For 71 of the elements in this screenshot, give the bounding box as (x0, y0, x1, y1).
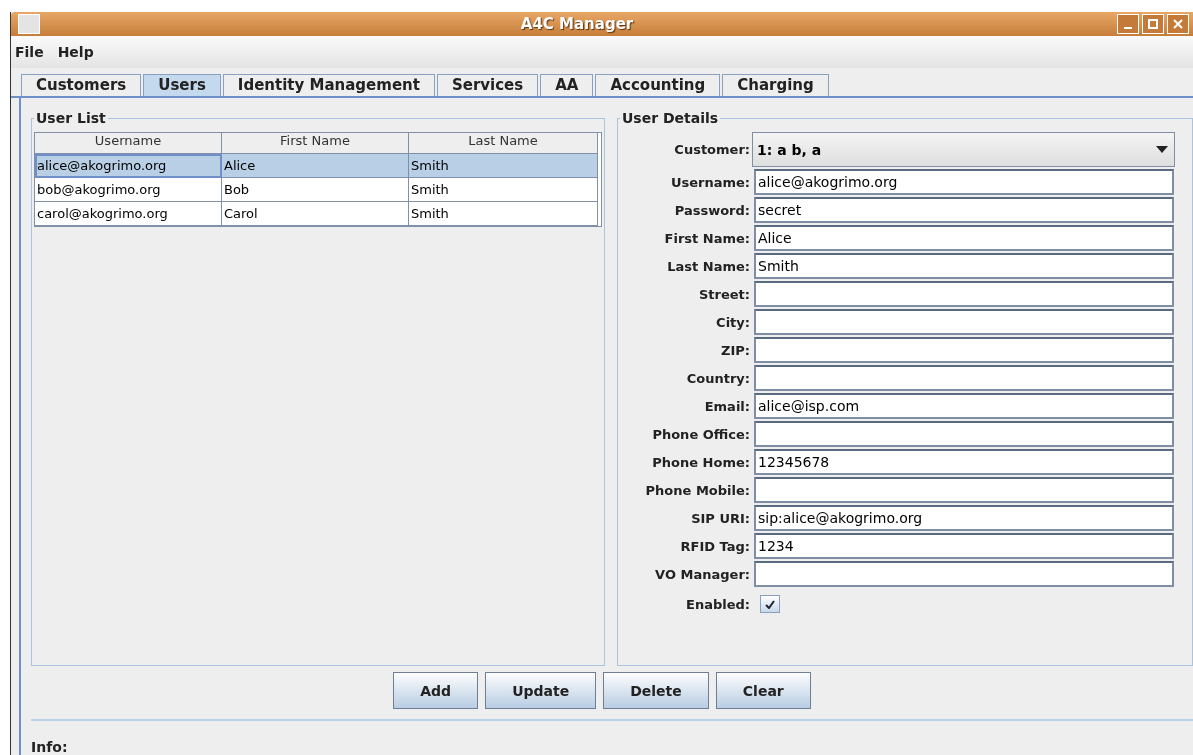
field-label: Phone Mobile: (644, 482, 750, 498)
table-cell[interactable]: Smith (409, 178, 598, 202)
field-label: Customer: (673, 142, 750, 157)
input-field[interactable]: Smith (754, 253, 1174, 279)
field-label: Street: (697, 286, 750, 302)
close-button[interactable] (1167, 13, 1189, 34)
field-label: City: (715, 314, 750, 330)
field-label: First Name: (663, 230, 750, 246)
table-cell[interactable]: Carol (222, 202, 409, 226)
input-field[interactable] (754, 365, 1174, 391)
action-button[interactable]: Delete (603, 672, 709, 709)
field-label: Phone Office: (651, 426, 750, 442)
field-label: Country: (685, 370, 750, 386)
action-button[interactable]: Add (393, 672, 479, 709)
field-label: Password: (673, 202, 750, 218)
status-label: Info: (31, 739, 68, 755)
input-field[interactable]: secret (754, 197, 1174, 223)
checkmark-icon (764, 599, 776, 609)
field-label: VO Manager: (654, 566, 750, 582)
field-label: Username: (669, 174, 750, 190)
table-cell[interactable]: bob@akogrimo.org (35, 178, 222, 202)
tab[interactable]: Users (143, 73, 221, 96)
table-cell[interactable]: Alice (222, 154, 409, 178)
window-title: A4C Manager (519, 14, 635, 33)
input-field[interactable]: sip:alice@akogrimo.org (754, 505, 1174, 531)
table-cell[interactable]: alice@akogrimo.org (35, 154, 222, 178)
input-field[interactable] (754, 281, 1174, 307)
tab[interactable]: Identity Management (222, 73, 435, 96)
tab[interactable]: Accounting (595, 73, 721, 96)
field-label: ZIP: (720, 342, 750, 358)
panel-title: User Details (621, 110, 720, 126)
input-field[interactable]: alice@akogrimo.org (754, 169, 1174, 195)
input-field[interactable]: 12345678 (754, 449, 1174, 475)
tab[interactable]: Charging (722, 73, 829, 96)
tab[interactable]: Services (436, 73, 539, 96)
input-field[interactable]: alice@isp.com (754, 393, 1174, 419)
field-label: Enabled: (685, 596, 750, 612)
table-cell[interactable]: Smith (409, 154, 598, 178)
tab[interactable]: AA (540, 73, 594, 96)
field-label: Email: (703, 398, 750, 414)
action-button[interactable]: Update (485, 672, 597, 709)
column-header[interactable]: First Name (222, 133, 409, 154)
minimize-icon (1124, 26, 1132, 29)
input-field[interactable]: 1234 (754, 533, 1174, 559)
field-label: RFID Tag: (679, 538, 750, 554)
table-cell[interactable]: Bob (222, 178, 409, 202)
input-field[interactable] (754, 421, 1174, 447)
tab[interactable]: Customers (21, 73, 142, 96)
input-field[interactable] (754, 477, 1174, 503)
table-cell[interactable]: carol@akogrimo.org (35, 202, 222, 226)
customer-dropdown[interactable]: 1: a b, a (752, 132, 1175, 167)
field-label: Last Name: (666, 258, 750, 274)
input-field[interactable] (754, 309, 1174, 335)
input-field[interactable] (754, 561, 1174, 587)
action-button[interactable]: Clear (715, 672, 811, 709)
maximize-icon (1148, 18, 1158, 29)
field-label: Phone Home: (651, 454, 750, 470)
minimize-button[interactable] (1117, 13, 1139, 34)
input-field[interactable]: Alice (754, 225, 1174, 251)
enabled-checkbox[interactable] (760, 595, 780, 613)
column-header[interactable]: Username (35, 133, 222, 154)
menu-item[interactable]: File (15, 43, 44, 60)
column-header[interactable]: Last Name (409, 133, 598, 154)
table-cell[interactable]: Smith (409, 202, 598, 226)
close-icon (1173, 18, 1183, 29)
input-field[interactable] (754, 337, 1174, 363)
panel-title: User List (35, 110, 107, 126)
field-label: SIP URI: (690, 510, 750, 526)
dropdown-arrow-icon (1156, 146, 1168, 153)
maximize-button[interactable] (1142, 13, 1164, 34)
menu-item[interactable]: Help (57, 43, 94, 60)
